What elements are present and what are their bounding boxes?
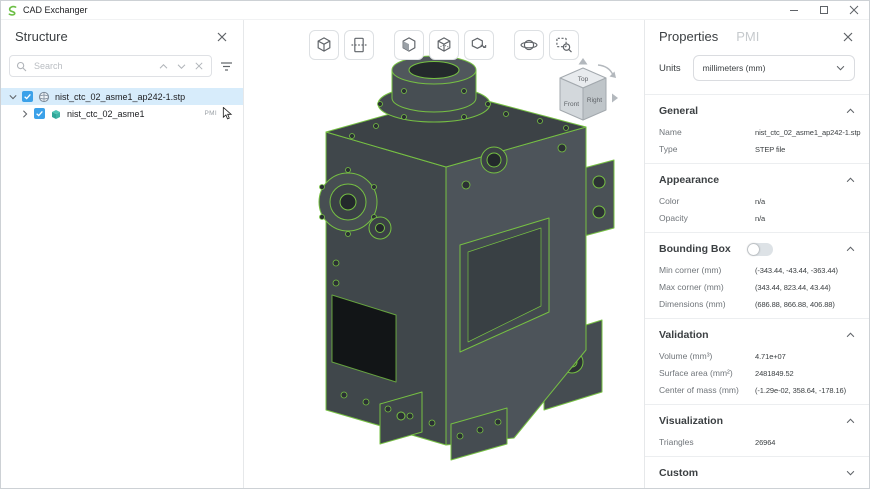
orbit-rotate-button[interactable] <box>514 30 544 60</box>
properties-close-button[interactable] <box>841 30 855 44</box>
units-value: millimeters (mm) <box>702 63 766 73</box>
chevron-down-icon <box>836 65 845 71</box>
structure-tree: nist_ctc_02_asme1_ap242-1.stp nist_ctc_0… <box>1 88 243 122</box>
viewcube-arrow-up[interactable] <box>578 58 588 65</box>
section-custom: Custom <box>645 456 869 488</box>
section-visualization: Visualization Triangles 26964 <box>645 404 869 456</box>
chevron-up-icon[interactable] <box>846 332 855 338</box>
mouse-cursor <box>222 107 233 120</box>
section-general-header[interactable]: General <box>659 102 855 120</box>
isometric-view-button[interactable] <box>309 30 339 60</box>
viewcube-face-top[interactable]: Top <box>578 76 589 83</box>
chevron-down-icon[interactable] <box>846 470 855 476</box>
minimize-button[interactable] <box>779 1 809 19</box>
chevron-up-icon[interactable] <box>846 418 855 424</box>
tab-pmi[interactable]: PMI <box>736 29 759 44</box>
viewcube-arrow-right[interactable] <box>612 93 618 103</box>
property-row: Triangles 26964 <box>659 437 776 447</box>
section-bounding-box-header[interactable]: Bounding Box <box>659 240 855 258</box>
part-node-icon <box>50 108 62 120</box>
viewport-toolbar <box>309 30 579 60</box>
section-custom-header[interactable]: Custom <box>659 464 855 482</box>
units-select[interactable]: millimeters (mm) <box>692 55 855 81</box>
title-bar: CAD Exchanger <box>1 1 869 20</box>
tree-node-label: nist_ctc_02_asme1 <box>67 108 145 119</box>
viewcube-face-front[interactable]: Front <box>564 101 579 108</box>
view-cube[interactable]: Top Front Right <box>538 56 624 151</box>
section-appearance: Appearance Color n/a Opacity n/a <box>645 163 869 232</box>
maximize-button[interactable] <box>809 1 839 19</box>
property-row: Color n/a <box>659 196 766 206</box>
expander-right-icon[interactable] <box>21 109 29 118</box>
visibility-checkbox[interactable] <box>34 108 45 119</box>
assembly-node-icon <box>38 91 50 103</box>
structure-search-box <box>9 55 212 77</box>
clip-plane-button[interactable] <box>344 30 374 60</box>
search-next-icon[interactable] <box>175 61 188 72</box>
section-validation: Validation Volume (mm³) 4.71e+07 Surface … <box>645 318 869 404</box>
property-row: Center of mass (mm) (-1.29e-02, 358.64, -… <box>659 385 847 395</box>
property-row: Max corner (mm) (343.44, 823.44, 43.44) <box>659 282 831 292</box>
zoom-window-button[interactable] <box>549 30 579 60</box>
property-row: Opacity n/a <box>659 213 766 223</box>
tree-row-root[interactable]: nist_ctc_02_asme1_ap242-1.stp <box>1 88 243 105</box>
3d-viewport[interactable]: Top Front Right <box>244 20 644 488</box>
visibility-checkbox[interactable] <box>22 91 33 102</box>
chevron-up-icon[interactable] <box>846 177 855 183</box>
property-row: Name nist_ctc_02_asme1_ap242-1.stp <box>659 127 861 137</box>
chevron-up-icon[interactable] <box>846 246 855 252</box>
property-row: Surface area (mm²) 2481849.52 <box>659 368 794 378</box>
properties-panel: Properties PMI Units millimeters (mm) Ge… <box>644 20 869 488</box>
section-validation-header[interactable]: Validation <box>659 326 855 344</box>
units-label: Units <box>659 62 681 74</box>
search-prev-icon[interactable] <box>157 61 170 72</box>
tab-properties[interactable]: Properties <box>659 29 718 44</box>
search-clear-icon[interactable] <box>193 60 205 72</box>
search-input[interactable] <box>32 60 152 72</box>
structure-close-button[interactable] <box>215 30 229 44</box>
app-logo-icon <box>7 5 18 16</box>
app-window: CAD Exchanger Structure Search nist_ctc_… <box>0 0 870 489</box>
property-row: Min corner (mm) (-343.44, -43.44, -363.44… <box>659 265 838 275</box>
close-window-button[interactable] <box>839 1 869 19</box>
section-visualization-header[interactable]: Visualization <box>659 412 855 430</box>
structure-panel-title: Structure <box>15 29 68 44</box>
bounding-box-toggle[interactable] <box>746 242 773 256</box>
expander-down-icon[interactable] <box>9 93 17 101</box>
viewcube-face-right[interactable]: Right <box>587 97 602 104</box>
property-row: Type STEP file <box>659 144 786 154</box>
app-title: CAD Exchanger <box>23 5 88 15</box>
filter-icon[interactable] <box>218 59 235 74</box>
property-row: Dimensions (mm) (686.88, 866.88, 406.88) <box>659 299 835 309</box>
wireframe-mode-button[interactable] <box>429 30 459 60</box>
tree-node-label: nist_ctc_02_asme1_ap242-1.stp <box>55 91 186 102</box>
chevron-up-icon[interactable] <box>846 108 855 114</box>
tree-row-part[interactable]: nist_ctc_02_asme1 PMI <box>1 105 243 122</box>
search-icon <box>16 61 27 72</box>
pmi-badge: PMI <box>204 110 217 117</box>
section-appearance-header[interactable]: Appearance <box>659 171 855 189</box>
property-row: Volume (mm³) 4.71e+07 <box>659 351 786 361</box>
section-general: General Name nist_ctc_02_asme1_ap242-1.st… <box>645 94 869 163</box>
shaded-mode-button[interactable] <box>394 30 424 60</box>
structure-panel: Structure Search nist_ctc_02_asme1_ap242… <box>1 20 244 488</box>
section-bounding-box: Bounding Box Min corner (mm) (-343.44, -4… <box>645 232 869 318</box>
ghost-mode-button[interactable] <box>464 30 494 60</box>
